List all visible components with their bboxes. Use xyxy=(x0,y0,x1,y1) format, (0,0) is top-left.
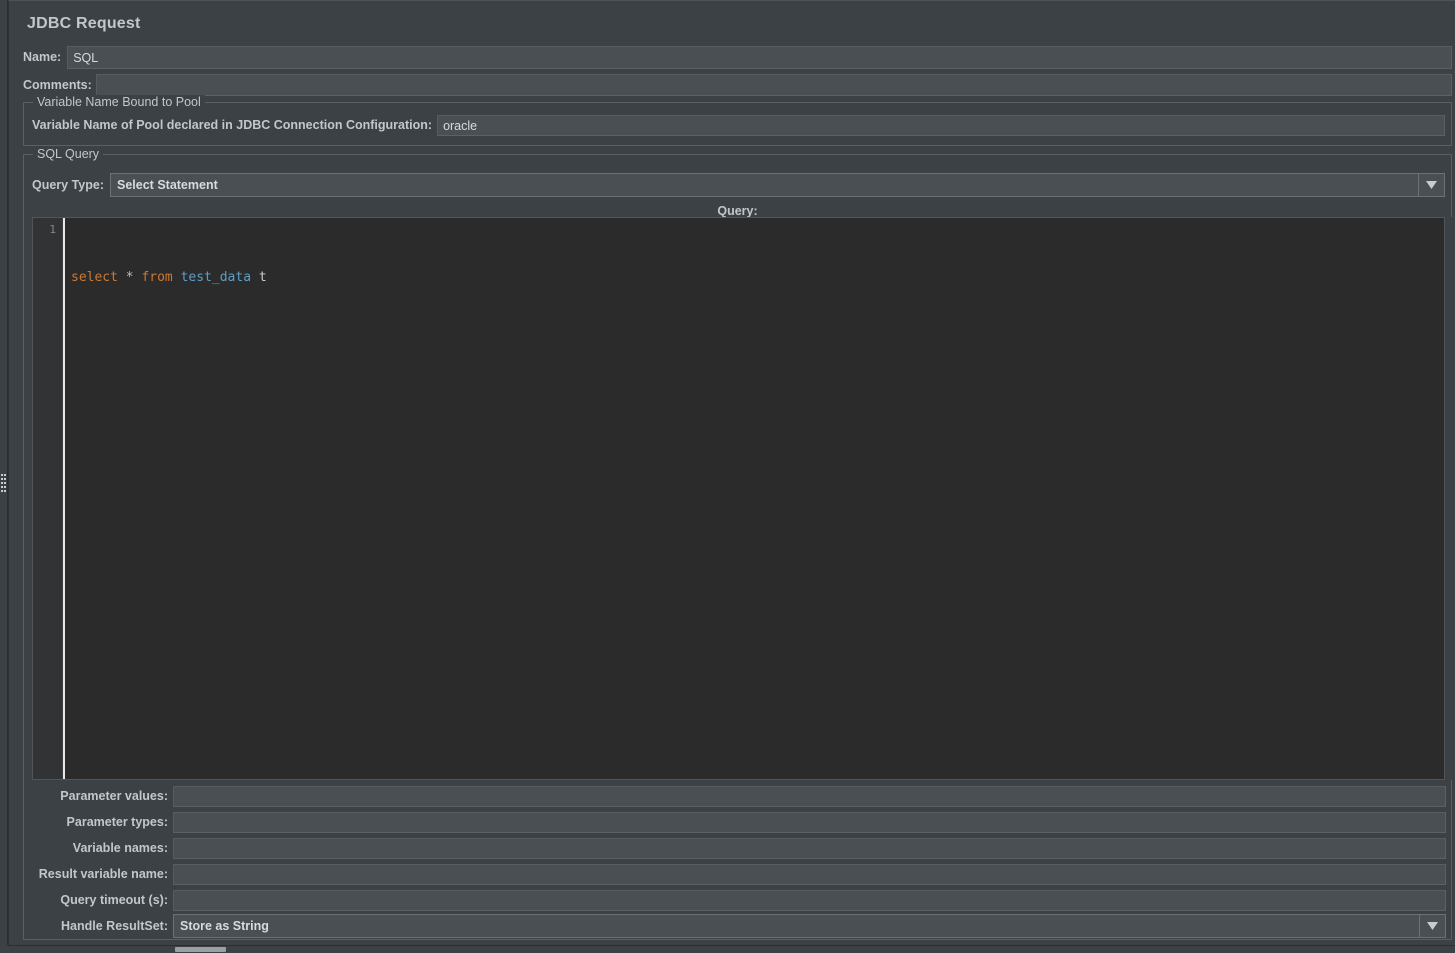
sql-query-group: SQL Query Query Type: Select Statement Q… xyxy=(23,147,1455,940)
query-type-row: Query Type: Select Statement xyxy=(32,173,1445,197)
token-star: * xyxy=(125,270,134,285)
pool-group-title: Variable Name Bound to Pool xyxy=(33,95,205,109)
parameter-values-input[interactable] xyxy=(173,785,1446,807)
sql-group-title: SQL Query xyxy=(33,147,104,161)
result-variable-name-input[interactable] xyxy=(173,863,1446,885)
pool-variable-input[interactable]: oracle xyxy=(437,115,1445,136)
editor-code-area[interactable]: select * from test_data t xyxy=(63,218,1444,779)
parameter-types-label: Parameter types: xyxy=(66,814,168,829)
parameter-types-input[interactable] xyxy=(173,811,1446,833)
query-type-label: Query Type: xyxy=(32,177,105,192)
handle-resultset-select[interactable]: Store as String xyxy=(173,914,1446,938)
name-row: Name: SQL xyxy=(23,46,1452,69)
sql-query-editor[interactable]: 1 select * from test_data t xyxy=(32,217,1444,780)
query-timeout-label: Query timeout (s): xyxy=(60,892,168,907)
pool-variable-label: Variable Name of Pool declared in JDBC C… xyxy=(32,118,433,133)
variable-names-label: Variable names: xyxy=(72,840,168,855)
parameter-types-row: Parameter types: xyxy=(32,809,1446,835)
query-timeout-row: Query timeout (s): xyxy=(32,887,1446,913)
token-from: from xyxy=(141,270,173,285)
editor-vertical-scrollbar[interactable] xyxy=(1444,217,1455,780)
token-select: select xyxy=(71,270,118,285)
variable-name-bound-to-pool-group: Variable Name Bound to Pool Variable Nam… xyxy=(23,95,1452,146)
query-type-select[interactable]: Select Statement xyxy=(110,173,1445,197)
handle-resultset-row: Handle ResultSet: Store as String xyxy=(32,913,1446,939)
left-rail xyxy=(0,0,8,945)
token-table-name: test_data xyxy=(180,270,252,285)
editor-line-1: select * from test_data t xyxy=(71,270,1444,286)
comments-row: Comments: xyxy=(23,74,1452,96)
chevron-down-icon[interactable] xyxy=(1419,915,1445,937)
query-timeout-input[interactable] xyxy=(173,889,1446,911)
comments-label: Comments: xyxy=(23,77,92,92)
variable-names-row: Variable names: xyxy=(32,835,1446,861)
parameter-values-label: Parameter values: xyxy=(60,788,168,803)
name-input[interactable]: SQL xyxy=(67,46,1452,69)
token-table-alias: t xyxy=(258,270,267,285)
result-variable-name-label: Result variable name: xyxy=(38,866,168,881)
jdbc-request-panel: JDBC Request Name: SQL Comments: Variabl… xyxy=(0,0,1455,953)
panel-splitter-handle[interactable] xyxy=(0,474,7,496)
editor-line-numbers: 1 xyxy=(33,218,63,779)
handle-resultset-label: Handle ResultSet: xyxy=(61,918,168,933)
name-label: Name: xyxy=(23,50,62,65)
page-title: JDBC Request xyxy=(27,15,141,32)
chevron-down-icon[interactable] xyxy=(1418,174,1444,196)
result-variable-name-row: Result variable name: xyxy=(32,861,1446,887)
editor-caret xyxy=(63,218,65,779)
query-caption: Query: xyxy=(717,204,758,218)
variable-names-input[interactable] xyxy=(173,837,1446,859)
handle-resultset-value: Store as String xyxy=(180,919,269,933)
parameter-values-row: Parameter values: xyxy=(32,783,1446,809)
query-type-value: Select Statement xyxy=(117,178,218,192)
panel-frame: JDBC Request Name: SQL Comments: Variabl… xyxy=(8,0,1455,945)
horizontal-scrollbar-thumb[interactable] xyxy=(175,947,226,952)
parameters-section: Parameter values: Parameter types: Varia… xyxy=(32,783,1446,939)
pool-row: Variable Name of Pool declared in JDBC C… xyxy=(32,115,1445,136)
comments-input[interactable] xyxy=(95,74,1452,96)
